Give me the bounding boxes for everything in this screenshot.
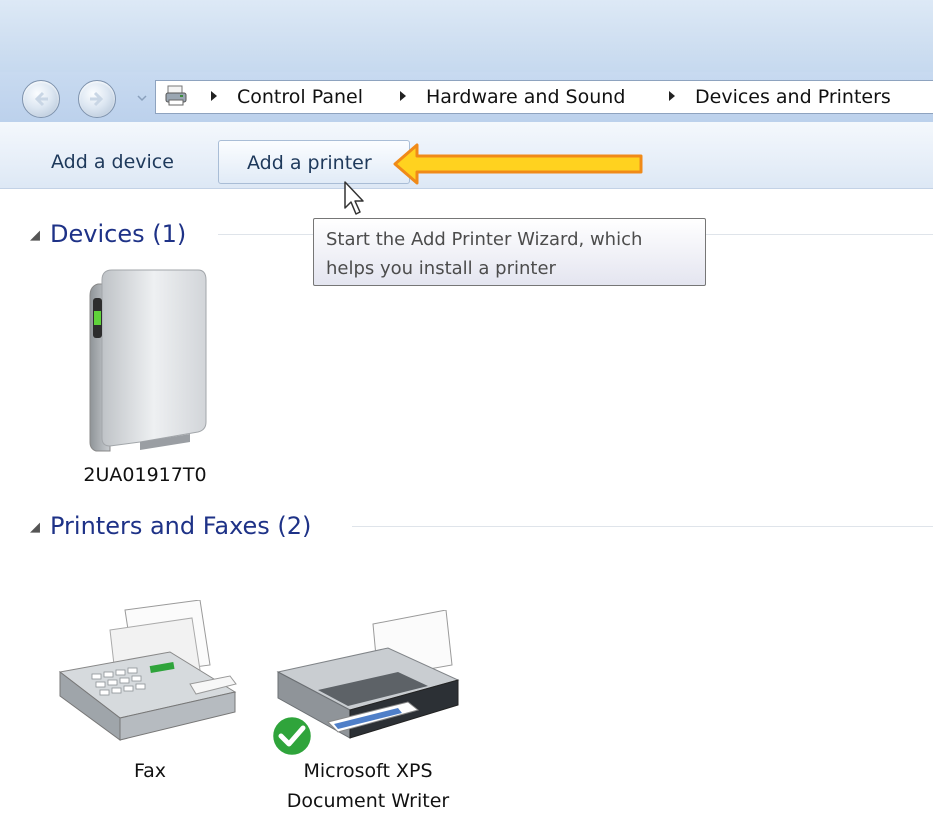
default-checkmark-icon <box>270 714 314 758</box>
breadcrumb-separator-icon[interactable] <box>399 91 407 101</box>
device-label[interactable]: 2UA01917T0 <box>60 460 230 490</box>
breadcrumb-control-panel[interactable]: Control Panel <box>237 84 363 110</box>
add-device-button[interactable]: Add a device <box>51 140 191 184</box>
tooltip-line: helps you install a printer <box>326 258 556 279</box>
group-divider <box>218 234 313 235</box>
mouse-pointer-icon <box>344 181 364 215</box>
xps-writer-label-line2: Document Writer <box>286 790 450 812</box>
add-printer-tooltip: Start the Add Printer Wizard, which help… <box>313 218 706 286</box>
fax-icon[interactable] <box>50 600 240 750</box>
forward-arrow-icon <box>90 91 104 107</box>
recent-pages-chevron-down-icon[interactable] <box>137 93 147 103</box>
devices-printers-icon <box>165 85 187 106</box>
collapse-triangle-icon[interactable]: ◢ <box>30 228 40 243</box>
xps-writer-label[interactable]: Microsoft XPS Document Writer <box>258 756 478 816</box>
tooltip-line: Start the Add Printer Wizard, which <box>326 229 643 250</box>
breadcrumb-hardware-and-sound[interactable]: Hardware and Sound <box>426 84 625 110</box>
group-divider <box>352 526 933 527</box>
back-button[interactable] <box>22 80 60 118</box>
external-drive-icon[interactable] <box>80 266 215 456</box>
window-title-bar <box>0 0 933 72</box>
devices-group-header[interactable]: ◢ Devices (1) <box>30 216 186 252</box>
collapse-triangle-icon[interactable]: ◢ <box>30 520 40 535</box>
group-divider <box>706 234 933 235</box>
add-printer-button[interactable]: Add a printer <box>218 140 410 184</box>
address-box[interactable]: Control Panel Hardware and Sound Devices… <box>155 80 933 114</box>
printers-group-title: Printers and Faxes (2) <box>50 512 312 540</box>
breadcrumb-separator-icon[interactable] <box>668 91 676 101</box>
forward-button[interactable] <box>78 80 116 118</box>
breadcrumb-devices-and-printers[interactable]: Devices and Printers <box>695 84 891 110</box>
devices-group-title: Devices (1) <box>50 220 187 248</box>
xps-writer-label-line1: Microsoft XPS <box>303 760 433 782</box>
back-arrow-icon <box>34 91 48 107</box>
printers-group-header[interactable]: ◢ Printers and Faxes (2) <box>30 508 311 544</box>
fax-label[interactable]: Fax <box>110 756 190 786</box>
annotation-arrow-icon <box>393 143 643 185</box>
breadcrumb-separator-icon[interactable] <box>210 91 218 101</box>
